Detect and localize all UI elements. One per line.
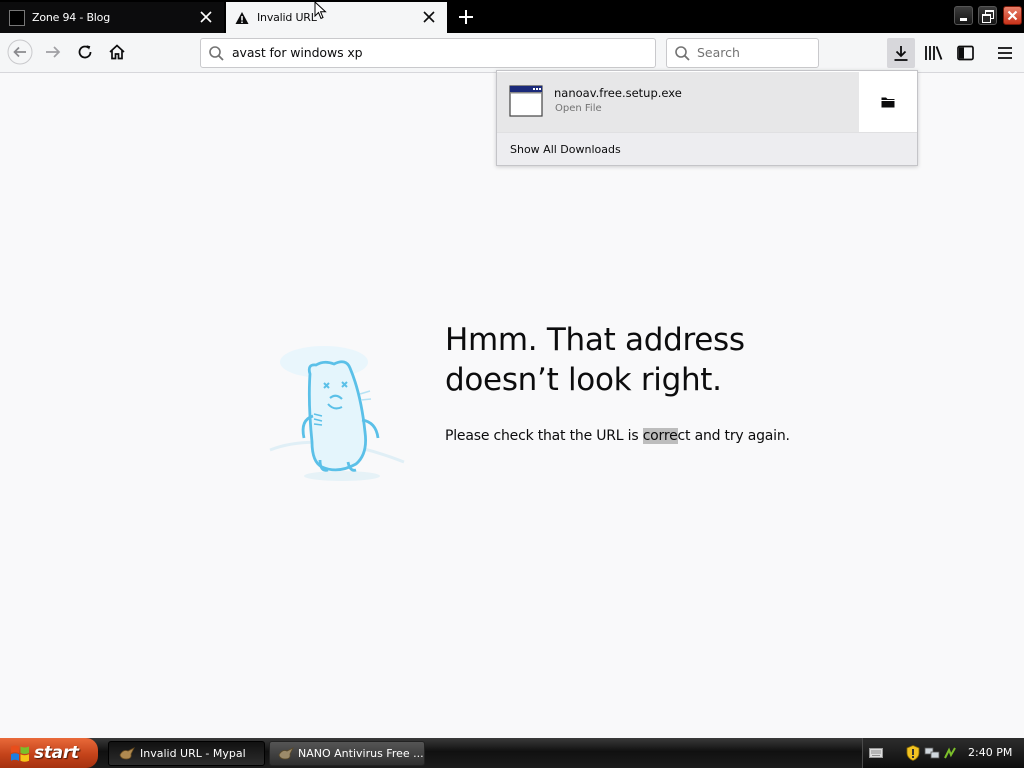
tab-zone94[interactable]: Zone 94 - Blog <box>0 2 224 33</box>
open-containing-folder-button[interactable] <box>859 72 916 132</box>
text-selection-highlight: corre <box>642 428 678 444</box>
close-icon <box>1007 10 1018 21</box>
windows-logo-icon <box>11 745 29 762</box>
home-button[interactable] <box>102 37 132 67</box>
back-button[interactable] <box>5 37 35 67</box>
security-shield-icon[interactable] <box>906 745 920 761</box>
error-message-text: ct and try again. <box>677 428 790 444</box>
start-label: start <box>34 743 79 763</box>
hamburger-menu-icon[interactable] <box>996 45 1014 61</box>
tab-invalid-url[interactable]: Invalid URL <box>226 2 447 33</box>
installer-app-icon <box>278 746 294 759</box>
folder-icon <box>881 97 895 108</box>
start-button[interactable]: start <box>0 738 98 768</box>
home-icon <box>109 44 125 60</box>
keyboard-icon[interactable] <box>869 747 883 759</box>
close-window-button[interactable] <box>1003 6 1022 25</box>
error-title: Hmm. That address doesn’t look right. <box>445 322 745 398</box>
clock: 2:40 PM <box>968 746 1013 759</box>
forward-button[interactable] <box>38 37 68 67</box>
network-icon[interactable] <box>924 746 940 760</box>
download-status: Open File <box>555 103 602 114</box>
download-filename: nanoav.free.setup.exe <box>554 86 682 100</box>
error-message-text: Please check that the URL is <box>445 428 643 444</box>
taskbar-item-nano-antivirus[interactable]: NANO Antivirus Free ... <box>269 741 425 766</box>
mouse-cursor-icon <box>314 1 327 20</box>
reload-icon <box>78 45 92 59</box>
downloads-button[interactable] <box>887 38 915 68</box>
show-all-downloads-link[interactable]: Show All Downloads <box>510 143 621 156</box>
error-message: Please check that the URL is correct and… <box>445 428 790 444</box>
tab-label: Zone 94 - Blog <box>32 11 110 24</box>
black-square-favicon <box>9 9 25 26</box>
search-icon <box>675 46 690 61</box>
search-icon <box>209 46 224 61</box>
library-icon[interactable] <box>924 44 944 62</box>
taskbar-item-mypal[interactable]: Invalid URL - Mypal <box>108 741 265 766</box>
search-placeholder: Search <box>697 45 740 60</box>
exe-file-icon <box>509 85 543 117</box>
confused-dinosaur-illustration <box>269 346 405 481</box>
tab-label: Invalid URL <box>257 11 317 24</box>
sidebar-toggle-icon[interactable] <box>956 44 976 62</box>
reload-button[interactable] <box>70 37 100 67</box>
taskbar-item-label: NANO Antivirus Free ... <box>298 747 424 760</box>
taskbar-item-label: Invalid URL - Mypal <box>140 747 246 760</box>
new-tab-plus-icon[interactable] <box>455 6 477 28</box>
close-icon[interactable] <box>198 9 214 25</box>
close-icon[interactable] <box>421 9 437 25</box>
restore-button[interactable] <box>978 6 997 25</box>
download-item[interactable] <box>497 72 859 132</box>
forward-arrow-icon <box>46 46 61 58</box>
download-arrow-icon <box>894 46 908 61</box>
network-activity-icon[interactable] <box>943 746 957 760</box>
warning-triangle-icon <box>235 11 249 24</box>
back-arrow-icon <box>7 39 33 65</box>
minimize-button[interactable] <box>954 6 973 25</box>
url-text: avast for windows xp <box>232 45 363 60</box>
mypal-app-icon <box>119 746 135 759</box>
